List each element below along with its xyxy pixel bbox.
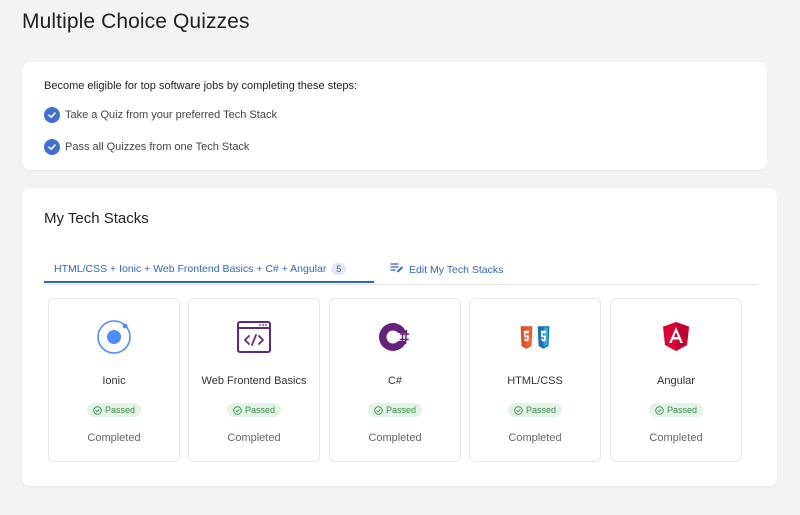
- stack-status: Completed: [508, 432, 562, 444]
- stack-card-ionic[interactable]: Ionic Passed Completed: [48, 298, 180, 462]
- check-circle-icon: [44, 107, 60, 123]
- check-outline-icon: [93, 405, 102, 415]
- stack-name: Angular: [657, 375, 695, 387]
- check-circle-icon: [44, 139, 60, 155]
- stack-status: Completed: [649, 432, 703, 444]
- step-item: Pass all Quizzes from one Tech Stack: [44, 138, 249, 156]
- stack-status: Completed: [368, 432, 422, 444]
- stack-card-web-frontend-basics[interactable]: Web Frontend Basics Passed Completed: [188, 298, 320, 462]
- tech-stacks-card: My Tech Stacks HTML/CSS + Ionic + Web Fr…: [22, 188, 777, 486]
- stack-status: Completed: [87, 432, 141, 444]
- step-label: Take a Quiz from your preferred Tech Sta…: [65, 109, 277, 121]
- tab-active-stack[interactable]: HTML/CSS + Ionic + Web Frontend Basics +…: [44, 256, 374, 283]
- check-outline-icon: [374, 405, 383, 415]
- step-label: Pass all Quizzes from one Tech Stack: [65, 141, 250, 153]
- step-item: Take a Quiz from your preferred Tech Sta…: [44, 106, 277, 124]
- passed-label: Passed: [666, 405, 698, 415]
- code-window-icon: [236, 319, 272, 355]
- stack-card-angular[interactable]: Angular Passed Completed: [610, 298, 742, 462]
- stack-name: Web Frontend Basics: [201, 375, 307, 387]
- passed-label: Passed: [244, 405, 276, 415]
- tab-label: HTML/CSS + Ionic + Web Frontend Basics +…: [54, 262, 327, 275]
- passed-badge: Passed: [86, 403, 142, 417]
- csharp-icon: [377, 319, 413, 355]
- steps-intro-text: Become eligible for top software jobs by…: [44, 80, 358, 92]
- edit-tech-stacks-button[interactable]: Edit My Tech Stacks: [390, 256, 503, 283]
- tech-stack-tabs: HTML/CSS + Ionic + Web Frontend Basics +…: [44, 256, 757, 285]
- passed-label: Passed: [104, 405, 136, 415]
- passed-badge: Passed: [507, 403, 563, 417]
- stack-status: Completed: [227, 432, 281, 444]
- angular-icon: [658, 319, 694, 355]
- stack-name: Ionic: [102, 375, 126, 387]
- section-title: My Tech Stacks: [44, 210, 149, 227]
- html-css-icon: [517, 319, 553, 355]
- stack-name: C#: [387, 375, 403, 387]
- edit-list-icon: [390, 262, 404, 277]
- stack-card-html-css[interactable]: HTML/CSS Passed Completed: [469, 298, 601, 462]
- passed-label: Passed: [525, 405, 557, 415]
- passed-badge: Passed: [367, 403, 423, 417]
- stack-name: HTML/CSS: [507, 375, 563, 387]
- check-outline-icon: [514, 405, 523, 415]
- passed-label: Passed: [385, 405, 417, 415]
- stack-card-csharp[interactable]: C# Passed Completed: [329, 298, 461, 462]
- check-outline-icon: [655, 405, 664, 415]
- ionic-icon: [96, 319, 132, 355]
- passed-badge: Passed: [648, 403, 704, 417]
- eligibility-steps-card: Become eligible for top software jobs by…: [22, 62, 767, 170]
- page-title: Multiple Choice Quizzes: [22, 10, 250, 33]
- passed-badge: Passed: [226, 403, 282, 417]
- edit-label: Edit My Tech Stacks: [409, 263, 504, 276]
- count-badge: 5: [331, 262, 347, 275]
- check-outline-icon: [233, 405, 242, 415]
